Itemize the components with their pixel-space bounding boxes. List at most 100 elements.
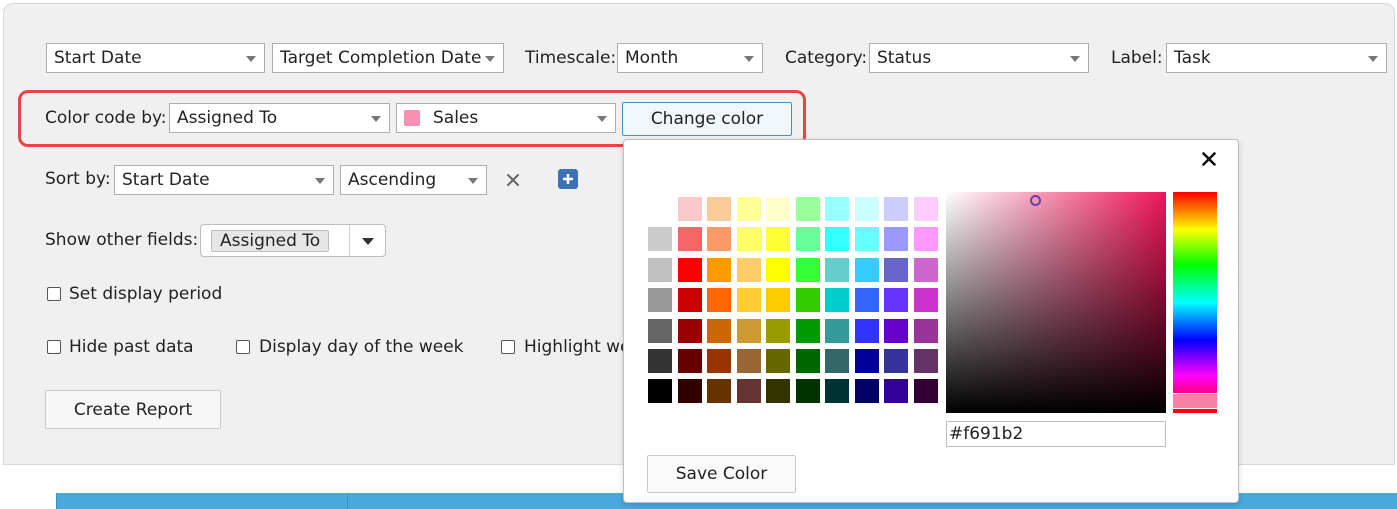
palette-swatch[interactable]	[677, 257, 702, 282]
create-report-button[interactable]: Create Report	[45, 390, 221, 429]
palette-swatch[interactable]	[707, 257, 731, 282]
palette-swatch[interactable]	[766, 318, 790, 343]
palette-swatch[interactable]	[854, 197, 879, 221]
palette-swatch[interactable]	[884, 318, 908, 343]
palette-swatch[interactable]	[707, 197, 731, 221]
set-display-period-checkbox[interactable]	[47, 287, 61, 301]
palette-swatch[interactable]	[707, 318, 731, 343]
palette-swatch[interactable]	[766, 288, 790, 313]
palette-swatch[interactable]	[648, 318, 672, 343]
palette-swatch[interactable]	[766, 227, 790, 252]
palette-swatch[interactable]	[707, 379, 731, 404]
highlight-checkbox[interactable]	[501, 340, 515, 354]
hue-slider[interactable]	[1173, 192, 1217, 413]
palette-swatch[interactable]	[913, 227, 938, 252]
palette-swatch[interactable]	[884, 197, 908, 221]
palette-swatch[interactable]	[884, 257, 908, 282]
label-select[interactable]: Task	[1166, 43, 1387, 73]
palette-swatch[interactable]	[736, 257, 761, 282]
chevron-down-icon	[744, 56, 754, 62]
palette-swatch[interactable]	[795, 257, 820, 282]
add-sort-icon[interactable]	[558, 169, 578, 189]
hue-slider-handle[interactable]	[1173, 393, 1217, 409]
hide-past-data-checkbox[interactable]	[47, 340, 61, 354]
sort-field-select[interactable]: Start Date	[114, 165, 334, 195]
close-icon[interactable]	[1202, 152, 1216, 166]
palette-swatch[interactable]	[795, 318, 820, 343]
palette-swatch[interactable]	[854, 318, 879, 343]
palette-swatch[interactable]	[884, 349, 908, 373]
palette-swatch[interactable]	[884, 288, 908, 313]
save-color-button[interactable]: Save Color	[647, 455, 796, 493]
palette-swatch[interactable]	[795, 227, 820, 252]
color-code-value-select[interactable]: Sales	[396, 103, 616, 133]
palette-swatch[interactable]	[648, 379, 672, 404]
palette-swatch[interactable]	[854, 379, 879, 404]
palette-swatch[interactable]	[825, 349, 849, 373]
display-day-of-week-checkbox[interactable]	[236, 340, 250, 354]
palette-swatch[interactable]	[854, 257, 879, 282]
palette-swatch[interactable]	[736, 379, 761, 404]
timescale-label: Timescale:	[525, 48, 617, 68]
saturation-value-area[interactable]	[946, 192, 1166, 413]
palette-swatch[interactable]	[825, 318, 849, 343]
color-code-field-select[interactable]: Assigned To	[169, 103, 390, 133]
hex-color-input[interactable]: #f691b2	[946, 421, 1166, 447]
palette-swatch[interactable]	[707, 227, 731, 252]
palette-swatch[interactable]	[913, 257, 938, 282]
palette-swatch[interactable]	[766, 379, 790, 404]
palette-swatch[interactable]	[825, 257, 849, 282]
other-fields-multiselect[interactable]: Assigned To	[200, 224, 386, 257]
palette-swatch[interactable]	[648, 288, 672, 313]
palette-swatch[interactable]	[913, 318, 938, 343]
palette-swatch[interactable]	[854, 349, 879, 373]
palette-swatch[interactable]	[707, 288, 731, 313]
palette-swatch[interactable]	[795, 288, 820, 313]
palette-swatch[interactable]	[913, 197, 938, 221]
palette-swatch[interactable]	[825, 197, 849, 221]
palette-swatch[interactable]	[913, 288, 938, 313]
palette-swatch[interactable]	[825, 379, 849, 404]
palette-swatch[interactable]	[913, 379, 938, 404]
palette-swatch[interactable]	[648, 349, 672, 373]
palette-swatch[interactable]	[825, 227, 849, 252]
remove-sort-icon[interactable]	[506, 173, 520, 187]
palette-swatch[interactable]	[736, 349, 761, 373]
palette-swatch[interactable]	[766, 197, 790, 221]
palette-swatch[interactable]	[677, 318, 702, 343]
palette-swatch[interactable]	[795, 379, 820, 404]
field-tag[interactable]: Assigned To	[211, 230, 330, 252]
palette-swatch[interactable]	[795, 349, 820, 373]
palette-swatch[interactable]	[736, 227, 761, 252]
palette-swatch[interactable]	[677, 197, 702, 221]
palette-swatch[interactable]	[795, 197, 820, 221]
palette-swatch[interactable]	[766, 349, 790, 373]
palette-swatch[interactable]	[648, 227, 672, 252]
chevron-down-icon[interactable]	[362, 238, 374, 245]
category-select[interactable]: Status	[869, 43, 1089, 73]
palette-swatch[interactable]	[884, 379, 908, 404]
start-date-field-select[interactable]: Start Date	[46, 43, 265, 73]
set-display-period-label: Set display period	[69, 284, 223, 304]
palette-swatch[interactable]	[677, 349, 702, 373]
palette-swatch[interactable]	[648, 257, 672, 282]
color-cursor-handle[interactable]	[1030, 195, 1041, 206]
palette-swatch[interactable]	[736, 288, 761, 313]
palette-swatch[interactable]	[677, 288, 702, 313]
palette-swatch[interactable]	[766, 257, 790, 282]
sort-order-select[interactable]: Ascending	[340, 165, 487, 195]
palette-swatch[interactable]	[736, 197, 761, 221]
end-date-field-select[interactable]: Target Completion Date	[272, 43, 504, 73]
palette-swatch[interactable]	[707, 349, 731, 373]
palette-swatch[interactable]	[677, 227, 702, 252]
palette-swatch[interactable]	[854, 227, 879, 252]
palette-swatch[interactable]	[736, 318, 761, 343]
palette-swatch[interactable]	[825, 288, 849, 313]
change-color-button[interactable]: Change color	[622, 102, 792, 136]
palette-swatch[interactable]	[913, 349, 938, 373]
palette-swatch[interactable]	[854, 288, 879, 313]
palette-swatch[interactable]	[648, 197, 672, 221]
palette-swatch[interactable]	[884, 227, 908, 252]
palette-swatch[interactable]	[677, 379, 702, 404]
timescale-select[interactable]: Month	[617, 43, 763, 73]
